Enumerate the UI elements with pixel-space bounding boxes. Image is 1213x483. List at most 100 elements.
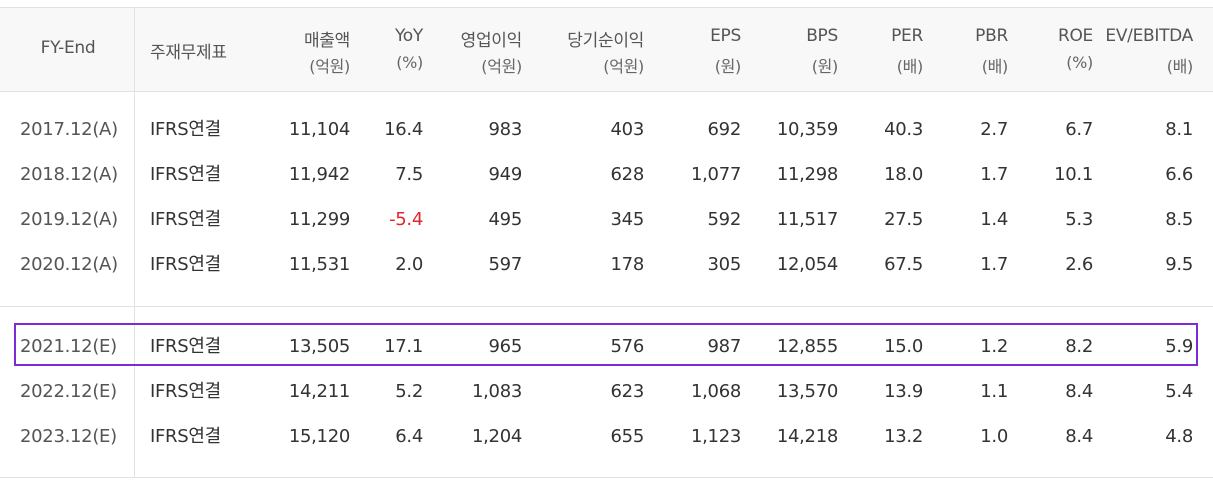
- cell-roe: 8.4: [1065, 426, 1093, 447]
- cell-eps: 692: [707, 119, 742, 140]
- cell-sales: 13,505: [288, 336, 350, 357]
- cell-net-income: 655: [610, 426, 645, 447]
- header-roe-unit: (%): [1066, 53, 1093, 72]
- cell-yoy: -5.4: [389, 209, 423, 230]
- cell-fy-end: 2022.12(E): [20, 381, 117, 402]
- cell-bps: 11,517: [776, 209, 838, 230]
- cell-roe: 6.7: [1065, 119, 1093, 140]
- cell-sales: 14,211: [288, 381, 350, 402]
- cell-yoy: 6.4: [395, 426, 423, 447]
- header-ev-ebitda-unit: (배): [1166, 57, 1194, 76]
- cell-bps: 14,218: [776, 426, 838, 447]
- cell-per: 13.9: [884, 381, 923, 402]
- cell-bps: 10,359: [776, 119, 838, 140]
- cell-statement-type: IFRS연결: [150, 381, 221, 402]
- header-sales-unit: (억원): [309, 57, 350, 76]
- header-yoy: YoY: [394, 26, 423, 46]
- cell-yoy: 17.1: [384, 336, 423, 357]
- header-bps: BPS: [806, 26, 838, 46]
- cell-per: 67.5: [884, 254, 923, 275]
- cell-fy-end: 2021.12(E): [20, 336, 117, 357]
- header-sales: 매출액: [303, 31, 350, 51]
- cell-sales: 11,531: [288, 254, 350, 275]
- header-roe: ROE: [1057, 26, 1093, 46]
- header-bps-unit: (원): [811, 57, 839, 76]
- cell-fy-end: 2023.12(E): [20, 426, 117, 447]
- cell-eps: 1,123: [690, 426, 741, 447]
- cell-net-income: 345: [610, 209, 645, 230]
- cell-net-income: 623: [610, 381, 645, 402]
- cell-eps: 987: [707, 336, 742, 357]
- cell-pbr: 1.0: [980, 426, 1008, 447]
- cell-roe: 8.4: [1065, 381, 1093, 402]
- table-bottom-border: [0, 477, 1213, 478]
- cell-pbr: 1.7: [980, 164, 1008, 185]
- cell-per: 15.0: [884, 336, 923, 357]
- cell-bps: 11,298: [776, 164, 838, 185]
- cell-statement-type: IFRS연결: [150, 209, 221, 230]
- cell-ev-ebitda: 4.8: [1165, 426, 1193, 447]
- cell-sales: 11,104: [288, 119, 350, 140]
- cell-eps: 1,068: [690, 381, 741, 402]
- cell-fy-end: 2017.12(A): [20, 119, 118, 140]
- cell-operating-profit: 495: [488, 209, 523, 230]
- header-operating-profit-unit: (억원): [481, 57, 522, 76]
- cell-operating-profit: 965: [488, 336, 523, 357]
- cell-fy-end: 2019.12(A): [20, 209, 118, 230]
- cell-net-income: 178: [610, 254, 645, 275]
- cell-pbr: 2.7: [980, 119, 1008, 140]
- cell-statement-type: IFRS연결: [150, 426, 221, 447]
- cell-sales: 15,120: [288, 426, 350, 447]
- cell-yoy: 2.0: [395, 254, 423, 275]
- financial-table: FY-End 주재무제표 매출액 (억원) YoY (%) 영업이익 (억원) 당기순이익 (억원…: [0, 0, 1213, 478]
- cell-pbr: 1.1: [980, 381, 1008, 402]
- header-per: PER: [891, 26, 923, 46]
- cell-sales: 11,942: [288, 164, 350, 185]
- cell-roe: 2.6: [1065, 254, 1093, 275]
- cell-ev-ebitda: 5.4: [1165, 381, 1193, 402]
- header-statement-type: 주재무제표: [150, 43, 227, 63]
- cell-yoy: 7.5: [395, 164, 423, 185]
- cell-ev-ebitda: 9.5: [1165, 254, 1193, 275]
- cell-eps: 1,077: [690, 164, 741, 185]
- header-ev-ebitda: EV/EBITDA: [1105, 26, 1193, 46]
- cell-fy-end: 2018.12(A): [20, 164, 118, 185]
- cell-net-income: 403: [610, 119, 645, 140]
- cell-operating-profit: 983: [488, 119, 523, 140]
- cell-operating-profit: 1,204: [471, 426, 522, 447]
- cell-yoy: 16.4: [384, 119, 423, 140]
- cell-net-income: 576: [610, 336, 645, 357]
- cell-ev-ebitda: 8.5: [1165, 209, 1193, 230]
- cell-statement-type: IFRS연결: [150, 336, 221, 357]
- header-operating-profit: 영업이익: [460, 31, 523, 51]
- cell-net-income: 628: [610, 164, 645, 185]
- cell-sales: 11,299: [288, 209, 350, 230]
- cell-per: 13.2: [884, 426, 923, 447]
- cell-operating-profit: 1,083: [471, 381, 522, 402]
- header-eps-unit: (원): [714, 57, 742, 76]
- cell-bps: 12,054: [776, 254, 838, 275]
- header-pbr: PBR: [975, 26, 1008, 46]
- header-net-income: 당기순이익: [567, 31, 644, 51]
- cell-per: 27.5: [884, 209, 923, 230]
- cell-pbr: 1.4: [980, 209, 1008, 230]
- cell-pbr: 1.7: [980, 254, 1008, 275]
- cell-ev-ebitda: 6.6: [1165, 164, 1193, 185]
- row-divider: [0, 306, 1213, 307]
- cell-bps: 13,570: [776, 381, 838, 402]
- cell-statement-type: IFRS연결: [150, 164, 221, 185]
- cell-operating-profit: 597: [488, 254, 523, 275]
- column-divider: [134, 7, 135, 478]
- cell-statement-type: IFRS연결: [150, 119, 221, 140]
- cell-statement-type: IFRS연결: [150, 254, 221, 275]
- cell-ev-ebitda: 5.9: [1165, 336, 1193, 357]
- cell-roe: 5.3: [1065, 209, 1093, 230]
- header-pbr-unit: (배): [981, 57, 1009, 76]
- cell-eps: 592: [707, 209, 742, 230]
- cell-operating-profit: 949: [488, 164, 523, 185]
- cell-yoy: 5.2: [395, 381, 423, 402]
- cell-roe: 10.1: [1054, 164, 1093, 185]
- header-fy-end: FY-End: [40, 38, 96, 58]
- cell-bps: 12,855: [776, 336, 838, 357]
- cell-roe: 8.2: [1065, 336, 1093, 357]
